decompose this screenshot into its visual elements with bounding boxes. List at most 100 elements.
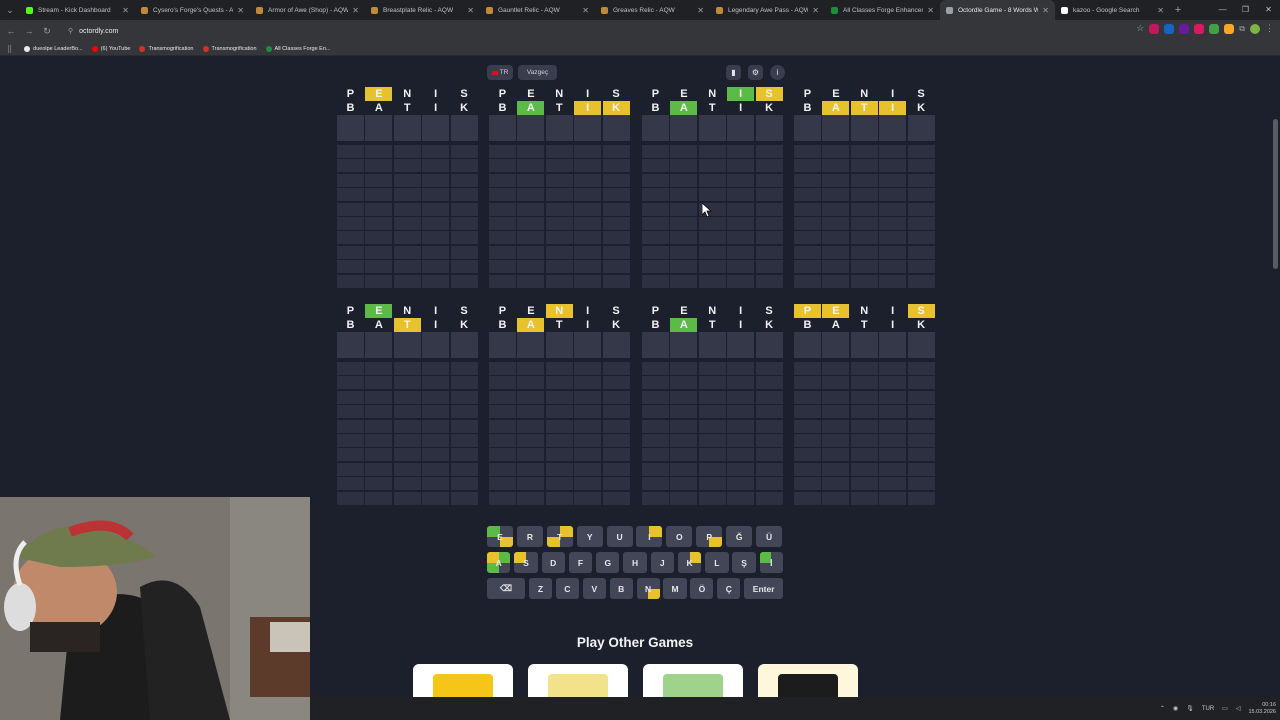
key[interactable]: Z bbox=[528, 578, 552, 599]
key[interactable]: T bbox=[546, 526, 573, 547]
empty-row bbox=[642, 419, 784, 434]
backspace-key[interactable]: ⌫ bbox=[487, 578, 526, 599]
empty-tile bbox=[517, 491, 545, 505]
info-icon[interactable]: i bbox=[770, 65, 785, 80]
key[interactable]: N bbox=[636, 578, 660, 599]
empty-tile bbox=[850, 260, 878, 274]
empty-tile bbox=[755, 376, 783, 390]
extensions-puzzle-icon[interactable]: ⧉ bbox=[1239, 24, 1245, 34]
empty-tile bbox=[337, 332, 364, 358]
back-icon[interactable]: ← bbox=[2, 26, 20, 36]
clock[interactable]: 00:16 15.03.2026 bbox=[1248, 702, 1276, 716]
key[interactable]: I bbox=[636, 526, 663, 547]
page-scrollbar[interactable] bbox=[1270, 57, 1280, 707]
tab-close-icon[interactable]: ✕ bbox=[927, 6, 934, 15]
key[interactable]: Ğ bbox=[726, 526, 753, 547]
key[interactable]: Y bbox=[576, 526, 603, 547]
browser-tab[interactable]: Breastplate Relic - AQW ✕ bbox=[365, 0, 480, 20]
browser-tab[interactable]: kazoo - Google Search ✕ bbox=[1055, 0, 1170, 20]
tab-close-icon[interactable]: ✕ bbox=[1042, 6, 1049, 15]
profile-avatar[interactable] bbox=[1250, 23, 1260, 34]
new-tab-button[interactable]: + bbox=[1170, 4, 1186, 16]
bookmark-item[interactable]: Transmogrification bbox=[202, 45, 257, 52]
bookmark-item[interactable]: dueolpe LeaderBo... bbox=[24, 45, 83, 52]
tab-close-icon[interactable]: ✕ bbox=[237, 6, 244, 15]
extension-icon[interactable] bbox=[1149, 23, 1160, 34]
key[interactable]: Ş bbox=[732, 552, 756, 573]
key[interactable]: M bbox=[663, 578, 687, 599]
empty-tile bbox=[489, 115, 516, 141]
site-info-icon[interactable]: ⚲ bbox=[68, 27, 73, 35]
forward-icon[interactable]: → bbox=[20, 26, 38, 36]
reload-icon[interactable]: ↻ bbox=[38, 26, 56, 37]
give-up-button[interactable]: Vazgeç bbox=[518, 65, 557, 80]
key[interactable]: O bbox=[666, 526, 693, 547]
bookmark-item[interactable]: (6) YouTube bbox=[91, 45, 130, 52]
empty-row bbox=[489, 245, 631, 260]
key[interactable]: V bbox=[582, 578, 606, 599]
guess-row: BAT I K bbox=[489, 318, 631, 332]
key[interactable]: A bbox=[487, 552, 511, 573]
key[interactable]: L bbox=[705, 552, 729, 573]
key[interactable]: S bbox=[514, 552, 538, 573]
key[interactable]: İ bbox=[759, 552, 784, 573]
bookmark-star-icon[interactable]: ☆ bbox=[1136, 23, 1144, 34]
browser-tab[interactable]: All Classes Forge Enhanceme ✕ bbox=[825, 0, 940, 20]
restore-icon[interactable]: ❐ bbox=[1234, 0, 1257, 20]
close-window-icon[interactable]: ✕ bbox=[1257, 0, 1280, 20]
browser-tab[interactable]: Armor of Awe (Shop) - AQW ✕ bbox=[250, 0, 365, 20]
key[interactable]: U bbox=[606, 526, 633, 547]
key[interactable]: Ö bbox=[690, 578, 714, 599]
key[interactable]: K bbox=[677, 552, 702, 573]
key[interactable]: F bbox=[568, 552, 593, 573]
browser-tab[interactable]: Stream - Kick Dashboard ✕ bbox=[20, 0, 135, 20]
tab-close-icon[interactable]: ✕ bbox=[1157, 6, 1164, 15]
extension-icon[interactable] bbox=[1209, 23, 1220, 34]
key[interactable]: G bbox=[596, 552, 620, 573]
key[interactable]: P bbox=[696, 526, 723, 547]
stats-icon[interactable]: ▮ bbox=[726, 65, 741, 80]
enter-key[interactable]: Enter bbox=[744, 578, 784, 599]
tab-close-icon[interactable]: ✕ bbox=[122, 6, 129, 15]
browser-tab[interactable]: Greaves Relic - AQW ✕ bbox=[595, 0, 710, 20]
tray-chevron-icon[interactable]: ⌃ bbox=[1160, 705, 1165, 712]
url-field[interactable]: ⚲ octordly.com bbox=[62, 23, 1112, 39]
browser-tab[interactable]: Gauntlet Relic - AQW ✕ bbox=[480, 0, 595, 20]
extension-icon[interactable] bbox=[1179, 23, 1190, 34]
tab-close-icon[interactable]: ✕ bbox=[812, 6, 819, 15]
key[interactable]: J bbox=[650, 552, 674, 573]
tab-close-icon[interactable]: ✕ bbox=[697, 6, 704, 15]
key[interactable]: Ü bbox=[756, 526, 783, 547]
extension-icon[interactable] bbox=[1164, 23, 1175, 34]
key[interactable]: R bbox=[516, 526, 543, 547]
letter-tile: I bbox=[727, 87, 755, 101]
key[interactable]: D bbox=[541, 552, 565, 573]
key[interactable]: Ç bbox=[717, 578, 741, 599]
key[interactable]: E bbox=[487, 526, 513, 547]
browser-tab[interactable]: Octordle Game - 8 Words Wi ✕ bbox=[940, 0, 1055, 20]
menu-icon[interactable]: ⋮ bbox=[1265, 23, 1274, 34]
browser-tab[interactable]: Cysero's Forge's Quests - AQW✕ bbox=[135, 0, 250, 20]
empty-tile bbox=[337, 376, 364, 390]
key[interactable]: C bbox=[555, 578, 579, 599]
extension-icon[interactable] bbox=[1194, 23, 1205, 34]
volume-icon[interactable]: ◁ bbox=[1236, 705, 1241, 712]
settings-icon[interactable]: ⚙ bbox=[748, 65, 763, 80]
bookmark-item[interactable]: All Classes Forge En... bbox=[265, 45, 330, 52]
tray-app-icon[interactable]: ◉ bbox=[1173, 705, 1178, 712]
tab-search-icon[interactable]: ⌄ bbox=[0, 0, 20, 20]
bookmark-item[interactable]: Transmogrification bbox=[139, 45, 194, 52]
tab-close-icon[interactable]: ✕ bbox=[352, 6, 359, 15]
tab-close-icon[interactable]: ✕ bbox=[467, 6, 474, 15]
key[interactable]: H bbox=[623, 552, 647, 573]
microphone-icon[interactable]: 🎙 bbox=[1186, 705, 1194, 712]
browser-tab[interactable]: Legendary Awe Pass - AQW ✕ bbox=[710, 0, 825, 20]
minimize-icon[interactable]: — bbox=[1211, 0, 1234, 20]
extension-icon[interactable] bbox=[1224, 23, 1235, 34]
key[interactable]: B bbox=[609, 578, 633, 599]
language-button[interactable]: TR bbox=[487, 65, 513, 80]
tab-close-icon[interactable]: ✕ bbox=[582, 6, 589, 15]
apps-grid-icon[interactable]: ⣿ bbox=[7, 45, 12, 53]
network-icon[interactable]: ▭ bbox=[1222, 705, 1228, 712]
language-indicator[interactable]: TUR bbox=[1202, 706, 1214, 712]
